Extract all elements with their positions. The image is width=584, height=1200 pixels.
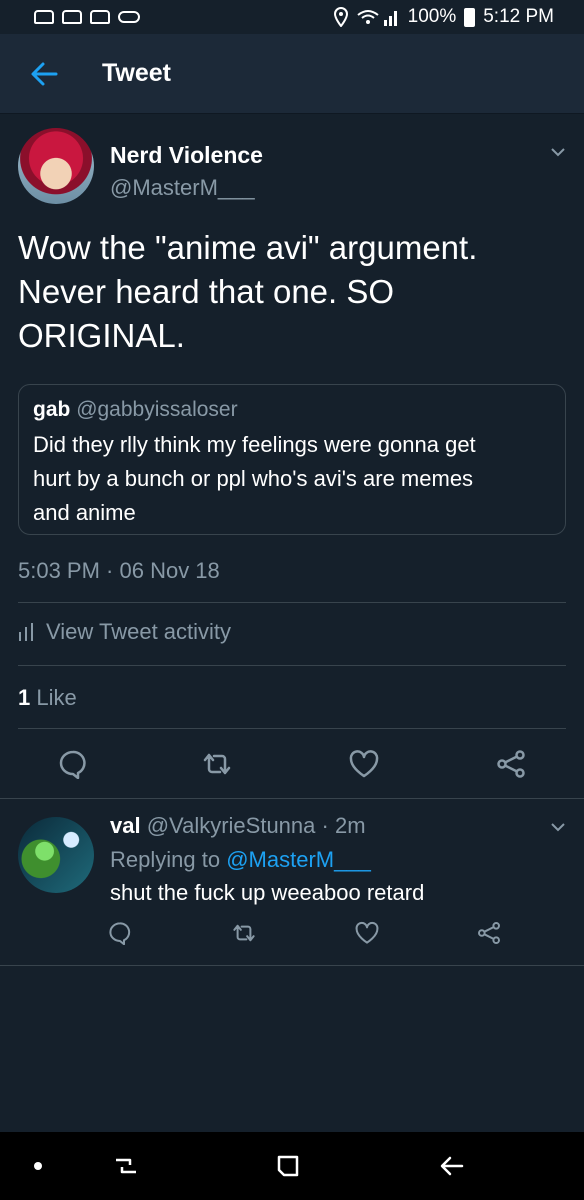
- divider: [18, 665, 566, 666]
- dot-indicator-icon[interactable]: [22, 1150, 54, 1182]
- quoted-tweet-text: Did they rlly think my feelings were gon…: [33, 428, 551, 530]
- quoted-text-line: hurt by a bunch or ppl who's avi's are m…: [33, 466, 474, 491]
- tweet-text-line: ORIGINAL.: [18, 317, 185, 354]
- system-navigation-bar: [0, 1132, 584, 1200]
- discord-icon: [90, 10, 110, 24]
- divider: [18, 602, 566, 603]
- battery-percent: 100%: [407, 6, 457, 27]
- reply-icon[interactable]: [58, 749, 88, 779]
- avatar[interactable]: [18, 817, 94, 893]
- replying-to: Replying to @MasterM___: [110, 847, 371, 873]
- back-arrow-icon: [31, 62, 58, 85]
- reply-tweet[interactable]: val @ValkyrieStunna · 2m Replying to @Ma…: [0, 799, 584, 965]
- tweet-text-line: Never heard that one. SO: [18, 273, 395, 310]
- divider: [18, 728, 566, 729]
- reply-actions: [0, 921, 584, 951]
- bar-chart-icon: [19, 623, 33, 641]
- wifi-signal-icon: [357, 10, 397, 26]
- quoted-tweet[interactable]: gab @gabbyissaloser Did they rlly think …: [18, 384, 566, 535]
- chevron-down-icon[interactable]: [550, 819, 566, 835]
- page-title: Tweet: [102, 59, 171, 87]
- discord-icon: [34, 10, 54, 24]
- quoted-tweet-header: gab @gabbyissaloser: [33, 397, 551, 423]
- tweet-text-line: Wow the "anime avi" argument.: [18, 229, 478, 266]
- replying-to-mention[interactable]: @MasterM___: [226, 847, 371, 872]
- reply-author-handle[interactable]: @ValkyrieStunna: [147, 813, 316, 838]
- view-tweet-activity[interactable]: View Tweet activity: [18, 619, 231, 645]
- reply-header: val @ValkyrieStunna · 2m: [110, 813, 366, 839]
- retweet-icon[interactable]: [202, 749, 232, 779]
- reply-age: · 2m: [321, 813, 366, 838]
- voicemail-icon: [118, 11, 140, 23]
- retweet-icon[interactable]: [232, 921, 256, 945]
- divider: [0, 965, 584, 966]
- view-tweet-activity-label: View Tweet activity: [46, 619, 232, 644]
- recent-apps-icon[interactable]: [110, 1150, 142, 1182]
- like-icon[interactable]: [355, 921, 379, 945]
- avatar[interactable]: [18, 128, 94, 204]
- reply-author-name[interactable]: val: [110, 813, 141, 838]
- notification-icons: [34, 10, 140, 24]
- author-handle[interactable]: @MasterM___: [110, 175, 255, 201]
- back-button[interactable]: [14, 44, 74, 104]
- battery-icon: [464, 7, 476, 27]
- location-icon: [333, 7, 348, 27]
- quoted-author-name: gab: [33, 398, 71, 421]
- like-count: 1: [18, 685, 31, 710]
- like-count-row[interactable]: 1 Like: [18, 685, 77, 711]
- clock: 5:12 PM: [483, 6, 554, 27]
- quoted-text-line: and anime: [33, 500, 136, 525]
- back-nav-icon[interactable]: [436, 1150, 468, 1182]
- quoted-author-handle: @gabbyissaloser: [76, 398, 238, 421]
- like-icon[interactable]: [349, 749, 379, 779]
- system-indicators: 100% 5:12 PM: [333, 6, 554, 28]
- tweet-timestamp: 5:03 PM · 06 Nov 18: [18, 558, 220, 583]
- home-icon[interactable]: [272, 1150, 304, 1182]
- quoted-text-line: Did they rlly think my feelings were gon…: [33, 432, 476, 457]
- share-icon[interactable]: [477, 921, 501, 945]
- author-name[interactable]: Nerd Violence: [110, 142, 263, 169]
- share-icon[interactable]: [496, 749, 526, 779]
- tweet-text: Wow the "anime avi" argument. Never hear…: [18, 226, 568, 358]
- reply-icon[interactable]: [108, 921, 132, 945]
- top-app-bar: Tweet: [0, 34, 584, 114]
- reply-text: shut the fuck up weeaboo retard: [110, 880, 425, 905]
- like-label: Like: [36, 685, 77, 710]
- tweet-actions: [0, 739, 584, 785]
- chevron-down-icon[interactable]: [550, 144, 566, 160]
- replying-to-label: Replying to: [110, 847, 221, 872]
- discord-icon: [62, 10, 82, 24]
- status-bar: 100% 5:12 PM: [0, 0, 584, 34]
